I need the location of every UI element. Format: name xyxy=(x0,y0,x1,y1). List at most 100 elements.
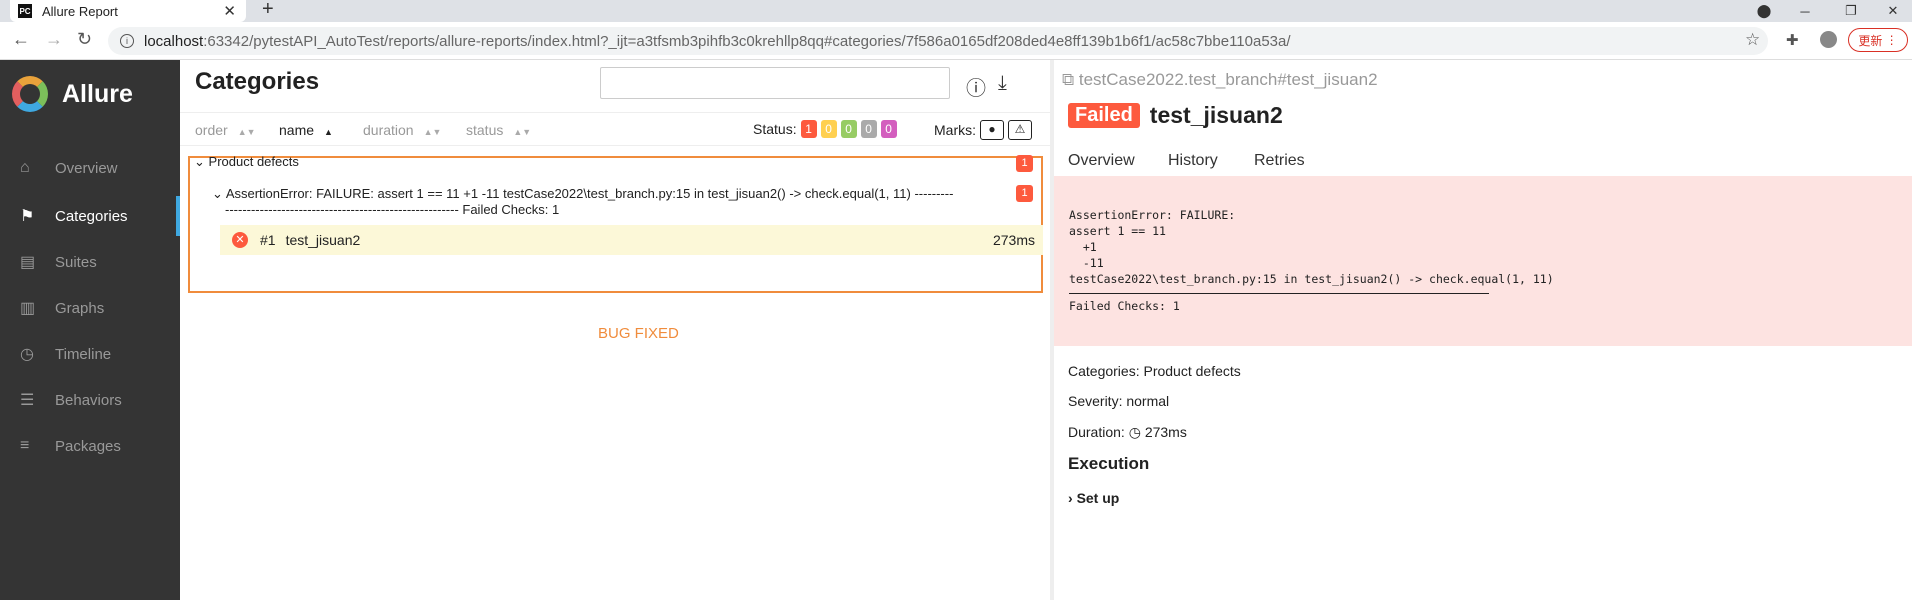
setup-label: Set up xyxy=(1076,490,1120,506)
update-button[interactable]: 更新 ⋮ xyxy=(1848,28,1908,52)
close-tab-icon[interactable]: ✕ xyxy=(223,2,236,20)
duration-label: Duration: xyxy=(1068,424,1125,440)
detail-tabs: Overview History Retries xyxy=(1054,144,1912,180)
browser-tab[interactable]: PC Allure Report ✕ xyxy=(10,0,246,22)
sort-asc-icon: ▲ xyxy=(324,127,333,137)
close-window-icon[interactable]: ✕ xyxy=(1878,0,1908,22)
status-label: Status: xyxy=(753,121,797,137)
tab-history[interactable]: History xyxy=(1168,152,1218,170)
sidebar-item-categories[interactable]: ⚑ Categories xyxy=(0,196,180,236)
severity-field: Severity: normal xyxy=(1068,393,1170,409)
briefcase-icon: ▤ xyxy=(20,254,36,271)
category-name: Product defects xyxy=(208,154,299,169)
categories-panel: Categories ⓘ ⤓ order ▲▼ name ▲ duration ▲▼ … xyxy=(180,60,1050,600)
status-broken-toggle[interactable]: 0 xyxy=(820,120,837,138)
profile-menu-icon[interactable]: ⬤ xyxy=(1752,0,1776,22)
sidebar-item-graphs[interactable]: ▥ Graphs xyxy=(0,288,180,328)
status-skipped-toggle[interactable]: 0 xyxy=(860,120,877,138)
sidebar: Allure ⌂ Overview ⚑ Categories ▤ Suites ▥ Gr… xyxy=(0,60,180,600)
app-name: Allure xyxy=(62,79,133,108)
flag-icon: ⚑ xyxy=(20,208,35,225)
allure-logo-icon xyxy=(12,76,48,112)
warning-icon[interactable]: ⚠ xyxy=(1008,120,1032,140)
status-passed-toggle[interactable]: 0 xyxy=(840,120,857,138)
list-icon: ☰ xyxy=(20,392,35,409)
marks-label: Marks: xyxy=(934,122,976,138)
reload-icon[interactable]: ↻ xyxy=(77,29,92,50)
site-info-icon[interactable]: i xyxy=(120,34,134,48)
sort-label: status xyxy=(466,122,504,138)
test-detail-pane: ⧉ testCase2022.test_branch#test_jisuan2 … xyxy=(1054,60,1912,600)
sidebar-item-label: Graphs xyxy=(55,299,105,317)
extensions-puzzle-icon[interactable]: ✚ xyxy=(1786,31,1799,49)
search-input[interactable] xyxy=(600,67,950,99)
failed-status-icon: ✕ xyxy=(232,232,248,248)
allure-logo[interactable]: Allure xyxy=(12,76,133,112)
test-name-heading: test_jisuan2 xyxy=(1149,102,1283,128)
breadcrumb[interactable]: ⧉ testCase2022.test_branch#test_jisuan2 xyxy=(1062,70,1378,90)
info-icon[interactable]: ⓘ xyxy=(966,72,986,101)
sidebar-item-timeline[interactable]: ◷ Timeline xyxy=(0,334,180,374)
test-name: test_jisuan2 xyxy=(285,232,361,248)
sidebar-item-packages[interactable]: ≡ Packages xyxy=(0,426,180,466)
copy-icon[interactable]: ⧉ xyxy=(1062,70,1074,89)
sidebar-item-label: Behaviors xyxy=(55,391,122,409)
flaky-bomb-icon[interactable]: ● xyxy=(980,120,1004,140)
sidebar-item-label: Timeline xyxy=(55,345,112,363)
restore-icon[interactable]: ❐ xyxy=(1836,0,1866,22)
category-header[interactable]: ⌄ Product defects xyxy=(194,154,299,170)
sidebar-item-suites[interactable]: ▤ Suites xyxy=(0,242,180,282)
clock-icon: ◷ xyxy=(1128,424,1141,440)
bookmark-star-icon[interactable]: ☆ xyxy=(1745,30,1760,50)
status-unknown-toggle[interactable]: 0 xyxy=(880,120,897,138)
sort-name[interactable]: name ▲ xyxy=(279,122,333,138)
status-badge: Failed xyxy=(1068,103,1140,128)
sort-label: order xyxy=(195,122,228,138)
subcategory-line2: ----------------------------------------… xyxy=(225,202,560,217)
test-duration: 273ms xyxy=(992,232,1035,248)
sidebar-item-label: Suites xyxy=(55,253,97,271)
pycharm-favicon-icon: PC xyxy=(18,4,32,18)
avatar[interactable] xyxy=(1820,31,1837,48)
chevron-down-icon: ⌄ xyxy=(212,186,223,201)
back-icon[interactable]: ← xyxy=(12,29,30,50)
tab-retries[interactable]: Retries xyxy=(1254,152,1305,170)
bar-chart-icon: ▥ xyxy=(20,300,36,317)
status-filter: Status: 1 0 0 0 0 xyxy=(753,120,897,138)
category-count-badge: 1 xyxy=(1016,155,1033,172)
sort-label: name xyxy=(279,122,315,138)
subcategory-header[interactable]: ⌄ AssertionError: FAILURE: assert 1 == 1… xyxy=(212,186,1012,218)
forward-icon[interactable]: → xyxy=(45,29,63,50)
sidebar-item-label: Packages xyxy=(55,437,121,455)
sort-status[interactable]: status ▲▼ xyxy=(466,122,531,138)
url-host: localhost xyxy=(144,32,204,50)
sort-order[interactable]: order ▲▼ xyxy=(195,122,256,138)
status-failed-toggle[interactable]: 1 xyxy=(800,120,817,138)
annotation-text: BUG FIXED xyxy=(598,325,679,342)
sidebar-item-overview[interactable]: ⌂ Overview xyxy=(0,148,180,188)
setup-toggle[interactable]: › Set up xyxy=(1068,490,1119,506)
chevron-right-icon: › xyxy=(1068,490,1073,506)
browser-tabbar: PC Allure Report ✕ + ⬤ ─ ❐ ✕ xyxy=(0,0,1912,22)
sort-bar: order ▲▼ name ▲ duration ▲▼ status ▲▼ Status… xyxy=(180,112,1050,146)
category-group: ⌄ Product defects 1 ⌄ AssertionError: FA… xyxy=(188,154,1043,293)
download-icon[interactable]: ⤓ xyxy=(998,72,1007,95)
new-tab-icon[interactable]: + xyxy=(262,0,274,21)
breadcrumb-text: testCase2022.test_branch#test_jisuan2 xyxy=(1078,70,1378,89)
sort-duration[interactable]: duration ▲▼ xyxy=(363,122,441,138)
url-field[interactable]: i localhost:63342/pytestAPI_AutoTest/rep… xyxy=(108,27,1768,55)
sort-arrows-icon: ▲▼ xyxy=(423,127,442,137)
sidebar-item-behaviors[interactable]: ☰ Behaviors xyxy=(0,380,180,420)
error-text: AssertionError: FAILURE: assert 1 == 11 … xyxy=(1069,208,1554,286)
sort-arrows-icon: ▲▼ xyxy=(513,127,532,137)
duration-value: 273ms xyxy=(1144,424,1187,440)
test-number: #1 xyxy=(260,232,276,248)
clock-icon: ◷ xyxy=(20,346,34,363)
home-icon: ⌂ xyxy=(20,159,30,176)
table-row[interactable]: ✕ #1 test_jisuan2 273ms xyxy=(220,225,1043,255)
align-left-icon: ≡ xyxy=(20,437,30,454)
subcategory-line1: AssertionError: FAILURE: assert 1 == 11 … xyxy=(225,186,954,201)
minimize-icon[interactable]: ─ xyxy=(1790,0,1820,22)
sidebar-item-label: Overview xyxy=(55,159,118,177)
test-title: Failed test_jisuan2 xyxy=(1068,102,1283,129)
